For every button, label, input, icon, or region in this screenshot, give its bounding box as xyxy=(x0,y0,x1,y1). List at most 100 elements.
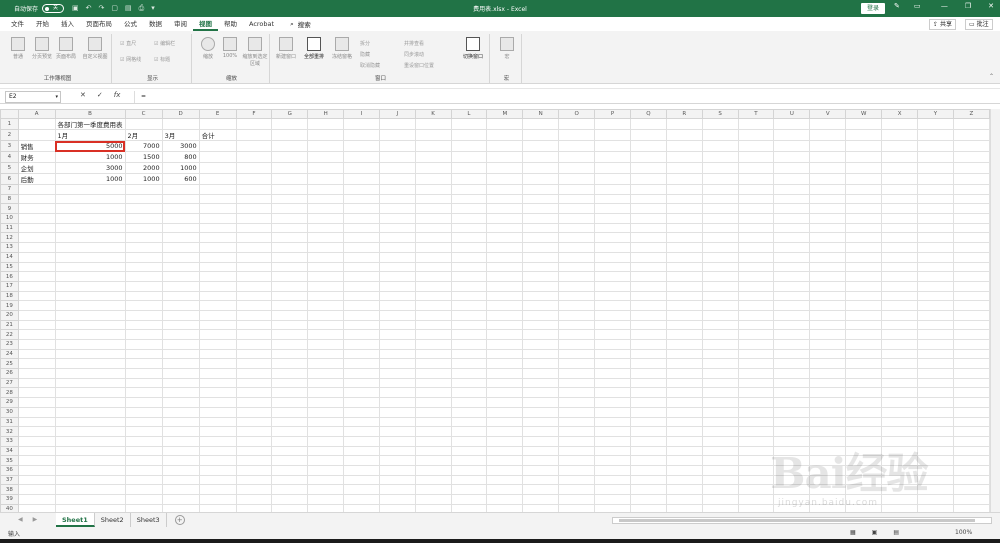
empty-cell[interactable] xyxy=(701,503,739,512)
empty-cell[interactable] xyxy=(378,435,416,447)
empty-cell[interactable] xyxy=(414,309,452,321)
empty-cell[interactable] xyxy=(161,387,200,399)
vertical-scrollbar[interactable] xyxy=(990,109,1000,512)
empty-cell[interactable] xyxy=(809,151,847,163)
column-header[interactable]: X xyxy=(881,109,919,119)
column-header[interactable]: N xyxy=(522,109,560,119)
empty-cell[interactable] xyxy=(343,140,380,152)
empty-cell[interactable] xyxy=(773,213,811,224)
row-header[interactable]: 32 xyxy=(0,426,19,437)
empty-cell[interactable] xyxy=(307,261,345,273)
login-button[interactable]: 登录 xyxy=(861,3,885,14)
formula-bar-checkbox[interactable]: 编辑栏 xyxy=(154,40,175,47)
header-cell[interactable]: 3月 xyxy=(161,129,200,141)
empty-cell[interactable] xyxy=(629,358,667,370)
empty-cell[interactable] xyxy=(54,251,126,263)
empty-cell[interactable] xyxy=(809,464,847,476)
empty-cell[interactable] xyxy=(737,300,775,311)
empty-cell[interactable] xyxy=(881,319,919,331)
empty-cell[interactable] xyxy=(307,377,345,389)
empty-cell[interactable] xyxy=(558,387,596,399)
empty-cell[interactable] xyxy=(235,232,273,244)
empty-cell[interactable] xyxy=(307,309,345,321)
empty-cell[interactable] xyxy=(343,271,380,282)
empty-cell[interactable] xyxy=(343,406,380,418)
page-layout-button[interactable]: 页面布局 xyxy=(54,37,78,60)
empty-cell[interactable] xyxy=(414,358,452,370)
header-cell[interactable]: 1月 xyxy=(54,129,126,141)
empty-cell[interactable] xyxy=(737,435,775,447)
empty-cell[interactable] xyxy=(522,118,560,130)
empty-cell[interactable] xyxy=(809,416,847,428)
empty-cell[interactable] xyxy=(124,261,163,273)
row-header[interactable]: 39 xyxy=(0,494,19,505)
empty-cell[interactable] xyxy=(558,319,596,331)
empty-cell[interactable] xyxy=(558,445,596,457)
empty-cell[interactable] xyxy=(54,464,126,476)
empty-cell[interactable] xyxy=(701,118,739,130)
empty-cell[interactable] xyxy=(773,455,811,466)
empty-cell[interactable] xyxy=(522,503,560,512)
empty-cell[interactable] xyxy=(881,406,919,418)
reset-window-button[interactable]: 重设窗口位置 xyxy=(404,62,434,69)
empty-cell[interactable] xyxy=(881,173,919,185)
column-header[interactable]: Z xyxy=(952,109,990,119)
empty-cell[interactable] xyxy=(917,213,954,224)
empty-cell[interactable] xyxy=(558,162,596,174)
empty-cell[interactable] xyxy=(809,397,847,408)
empty-cell[interactable] xyxy=(124,118,163,130)
empty-cell[interactable] xyxy=(124,503,163,512)
empty-cell[interactable] xyxy=(198,193,237,205)
empty-cell[interactable] xyxy=(124,242,163,253)
empty-cell[interactable] xyxy=(198,162,237,174)
empty-cell[interactable] xyxy=(307,319,345,331)
empty-cell[interactable] xyxy=(235,406,273,418)
empty-cell[interactable] xyxy=(378,445,416,457)
empty-cell[interactable] xyxy=(343,339,380,350)
empty-cell[interactable] xyxy=(881,213,919,224)
empty-cell[interactable] xyxy=(845,184,883,195)
empty-cell[interactable] xyxy=(917,222,954,234)
empty-cell[interactable] xyxy=(198,329,237,340)
empty-cell[interactable] xyxy=(809,242,847,253)
empty-cell[interactable] xyxy=(773,474,811,486)
empty-cell[interactable] xyxy=(343,329,380,340)
empty-cell[interactable] xyxy=(881,445,919,457)
empty-cell[interactable] xyxy=(773,494,811,505)
empty-cell[interactable] xyxy=(414,368,452,379)
empty-cell[interactable] xyxy=(271,290,309,302)
empty-cell[interactable] xyxy=(522,406,560,418)
empty-cell[interactable] xyxy=(809,387,847,399)
add-sheet-icon[interactable]: + xyxy=(174,515,185,525)
empty-cell[interactable] xyxy=(450,406,488,418)
empty-cell[interactable] xyxy=(54,309,126,321)
empty-cell[interactable] xyxy=(124,184,163,195)
empty-cell[interactable] xyxy=(450,300,488,311)
empty-cell[interactable] xyxy=(450,151,488,163)
empty-cell[interactable] xyxy=(486,494,524,505)
empty-cell[interactable] xyxy=(665,140,703,152)
empty-cell[interactable] xyxy=(307,416,345,428)
customize-qat-icon[interactable]: ▾ xyxy=(151,4,155,13)
value-cell[interactable]: 3000 xyxy=(54,162,126,174)
empty-cell[interactable] xyxy=(271,140,309,152)
empty-cell[interactable] xyxy=(17,300,56,311)
zoom-100-button[interactable]: 100% xyxy=(218,37,242,59)
empty-cell[interactable] xyxy=(737,484,775,495)
empty-cell[interactable] xyxy=(378,213,416,224)
empty-cell[interactable] xyxy=(414,213,452,224)
empty-cell[interactable] xyxy=(701,309,739,321)
tab-formulas[interactable]: 公式 xyxy=(118,17,143,31)
empty-cell[interactable] xyxy=(701,151,739,163)
empty-cell[interactable] xyxy=(629,397,667,408)
empty-cell[interactable] xyxy=(450,261,488,273)
empty-cell[interactable] xyxy=(917,271,954,282)
empty-cell[interactable] xyxy=(558,464,596,476)
empty-cell[interactable] xyxy=(917,309,954,321)
empty-cell[interactable] xyxy=(917,368,954,379)
empty-cell[interactable] xyxy=(773,271,811,282)
empty-cell[interactable] xyxy=(486,503,524,512)
empty-cell[interactable] xyxy=(629,213,667,224)
empty-cell[interactable] xyxy=(917,261,954,273)
empty-cell[interactable] xyxy=(773,358,811,370)
